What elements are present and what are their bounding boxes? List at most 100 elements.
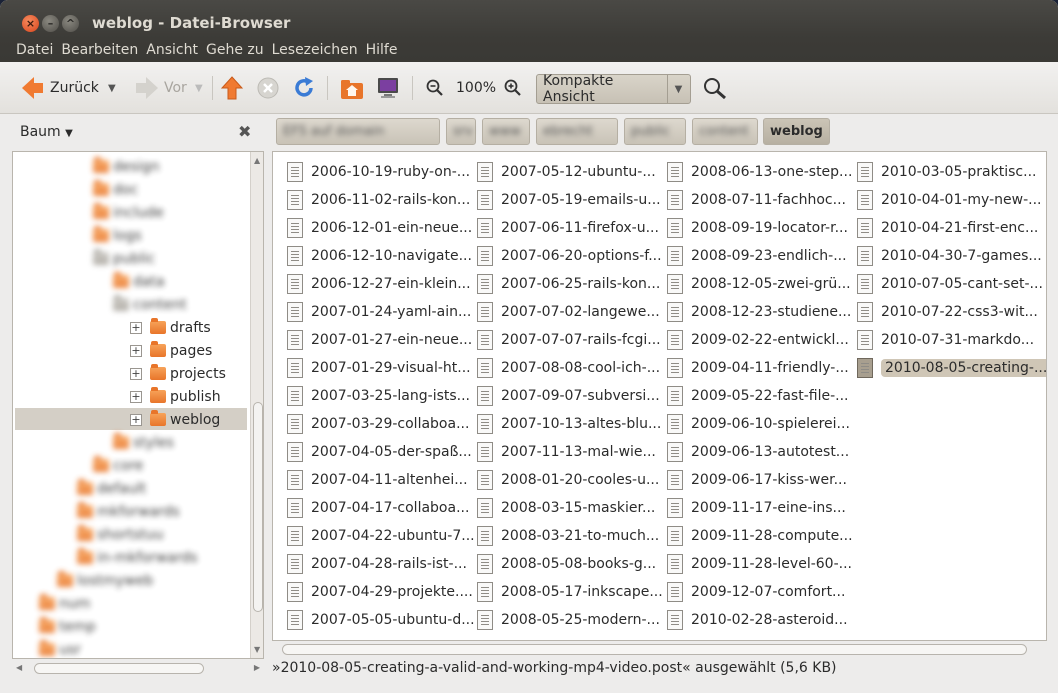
scroll-up-icon[interactable]: ▲ — [254, 156, 260, 165]
breadcrumb-item[interactable]: EFS auf domain — [276, 118, 440, 145]
file-item[interactable]: 2009-06-13-autotest... — [667, 441, 849, 463]
close-window-button[interactable]: × — [22, 15, 39, 32]
zoom-out-icon[interactable] — [426, 79, 444, 97]
file-item[interactable]: 2010-03-05-praktisc... — [857, 161, 1036, 183]
tree-item-publish[interactable]: + publish — [130, 386, 221, 407]
file-item[interactable]: 2007-09-07-subversi... — [477, 385, 660, 407]
file-item[interactable]: 2007-04-11-altenhei... — [287, 469, 468, 491]
file-item[interactable]: 2009-06-17-kiss-wer... — [667, 469, 847, 491]
breadcrumb-item[interactable]: ebrecht — [536, 118, 618, 145]
file-item[interactable]: 2007-05-19-emails-u... — [477, 189, 661, 211]
tree-item-blurred[interactable]: lostmyweb — [57, 570, 153, 591]
expand-icon[interactable]: + — [130, 367, 142, 380]
file-item[interactable]: 2009-05-22-fast-file-... — [667, 385, 848, 407]
file-item[interactable]: 2007-06-11-firefox-u... — [477, 217, 659, 239]
breadcrumb-item[interactable]: srv — [446, 118, 476, 145]
tree-item-blurred[interactable]: include — [93, 202, 164, 223]
file-item[interactable]: 2007-08-08-cool-ich-... — [477, 357, 660, 379]
tree-item-blurred[interactable]: default — [77, 478, 146, 499]
home-folder-icon[interactable] — [340, 76, 364, 100]
file-item[interactable]: 2009-04-11-friendly-... — [667, 357, 849, 379]
sidebar-vertical-scrollbar[interactable]: ▲ ▼ — [250, 152, 263, 658]
file-item[interactable]: 2010-07-31-markdo... — [857, 329, 1034, 351]
file-item[interactable]: 2007-04-22-ubuntu-7... — [287, 525, 475, 547]
expand-icon[interactable]: + — [130, 413, 142, 426]
file-item[interactable]: 2008-09-23-endlich-... — [667, 245, 847, 267]
maximize-window-button[interactable]: ^ — [62, 15, 79, 32]
files-horizontal-scrollbar[interactable] — [272, 642, 1047, 658]
file-item[interactable]: 2008-09-19-locator-r... — [667, 217, 848, 239]
file-item[interactable]: 2008-12-05-zwei-grü... — [667, 273, 851, 295]
computer-icon[interactable] — [376, 76, 400, 100]
file-item[interactable]: 2007-06-20-options-f... — [477, 245, 662, 267]
title-bar[interactable]: × – ^ weblog - Datei-Browser — [0, 0, 1058, 38]
expand-icon[interactable]: + — [130, 344, 142, 357]
file-item[interactable]: 2006-10-19-ruby-on-... — [287, 161, 470, 183]
file-item[interactable]: 2007-01-29-visual-ht... — [287, 357, 471, 379]
menu-bearbeiten[interactable]: Bearbeiten — [61, 42, 138, 58]
tree-item-blurred[interactable]: data — [113, 271, 165, 292]
file-item[interactable]: 2007-04-17-collaboa... — [287, 497, 469, 519]
search-icon[interactable] — [703, 77, 727, 99]
menu-datei[interactable]: Datei — [16, 42, 53, 58]
breadcrumb-item[interactable]: www — [482, 118, 530, 145]
file-item[interactable]: 2010-04-01-my-new-... — [857, 189, 1041, 211]
file-item[interactable]: 2007-06-25-rails-kon... — [477, 273, 660, 295]
file-item[interactable]: 2010-08-05-creating-... — [857, 357, 1046, 379]
up-arrow-icon[interactable] — [221, 76, 243, 100]
file-item[interactable]: 2008-07-11-fachhoc... — [667, 189, 846, 211]
menu-ansicht[interactable]: Ansicht — [146, 42, 198, 58]
tree-item-blurred[interactable]: design — [93, 156, 159, 177]
back-history-dropdown[interactable]: ▼ — [108, 74, 116, 102]
file-item[interactable]: 2009-06-10-spielerei... — [667, 413, 850, 435]
file-item[interactable]: 2010-04-21-first-enc... — [857, 217, 1038, 239]
tree-item-blurred[interactable]: public — [93, 248, 155, 269]
file-item[interactable]: 2010-07-22-css3-wit... — [857, 301, 1038, 323]
menu-gehe-zu[interactable]: Gehe zu — [206, 42, 264, 58]
file-item[interactable]: 2007-11-13-mal-wie... — [477, 441, 656, 463]
tree-item-blurred[interactable]: logs — [93, 225, 142, 246]
breadcrumb-item[interactable]: public — [624, 118, 686, 145]
file-item[interactable]: 2007-05-05-ubuntu-d... — [287, 609, 475, 631]
tree-item-blurred[interactable]: core — [93, 455, 143, 476]
menu-hilfe[interactable]: Hilfe — [366, 42, 398, 58]
view-mode-select[interactable]: Kompakte Ansicht ▼ — [536, 73, 691, 105]
file-item[interactable]: 2006-12-27-ein-klein... — [287, 273, 471, 295]
file-item[interactable]: 2008-05-25-modern-... — [477, 609, 660, 631]
back-button[interactable]: Zurück — [22, 74, 99, 102]
forward-history-dropdown[interactable]: ▼ — [195, 74, 203, 102]
reload-icon[interactable] — [292, 76, 316, 100]
tree-item-blurred[interactable]: temp — [39, 616, 96, 637]
sidebar-tree[interactable]: design doc include logs public data cont… — [12, 151, 264, 659]
scroll-right-icon[interactable]: ▶ — [254, 663, 260, 672]
tree-item-blurred[interactable]: shortstuu — [77, 524, 164, 545]
tree-item-blurred[interactable]: num — [39, 593, 90, 614]
close-sidebar-icon[interactable]: ✖ — [238, 122, 251, 141]
tree-item-blurred[interactable]: mkforwards — [77, 501, 180, 522]
file-item[interactable]: 2006-11-02-rails-kon... — [287, 189, 470, 211]
file-item[interactable]: 2010-07-05-cant-set-... — [857, 273, 1043, 295]
minimize-window-button[interactable]: – — [42, 15, 59, 32]
tree-item-blurred[interactable]: styles — [113, 432, 174, 453]
file-item[interactable]: 2009-11-28-compute... — [667, 525, 853, 547]
file-item[interactable]: 2009-02-22-entwickl... — [667, 329, 849, 351]
forward-button[interactable]: Vor — [136, 74, 187, 102]
file-item[interactable]: 2010-04-30-7-games... — [857, 245, 1042, 267]
file-item[interactable]: 2010-02-28-asteroid... — [667, 609, 848, 631]
file-item[interactable]: 2008-03-15-maskier... — [477, 497, 655, 519]
tree-item-projects[interactable]: + projects — [130, 363, 226, 384]
file-item[interactable]: 2007-01-27-ein-neue... — [287, 329, 472, 351]
file-item[interactable]: 2008-05-17-inkscape... — [477, 581, 663, 603]
scrollbar-thumb[interactable] — [34, 663, 204, 674]
file-item[interactable]: 2009-11-17-eine-ins... — [667, 497, 846, 519]
menu-lesezeichen[interactable]: Lesezeichen — [272, 42, 358, 58]
file-item[interactable]: 2007-10-13-altes-blu... — [477, 413, 661, 435]
file-item[interactable]: 2007-07-07-rails-fcgi... — [477, 329, 661, 351]
file-item[interactable]: 2008-03-21-to-much... — [477, 525, 659, 547]
tree-item-blurred[interactable]: usr — [39, 639, 81, 658]
file-item[interactable]: 2007-03-25-lang-ists... — [287, 385, 470, 407]
file-item[interactable]: 2009-11-28-level-60-... — [667, 553, 852, 575]
tree-item-blurred[interactable]: doc — [93, 179, 138, 200]
file-item[interactable]: 2006-12-01-ein-neue... — [287, 217, 472, 239]
file-item[interactable]: 2008-12-23-studiene... — [667, 301, 851, 323]
